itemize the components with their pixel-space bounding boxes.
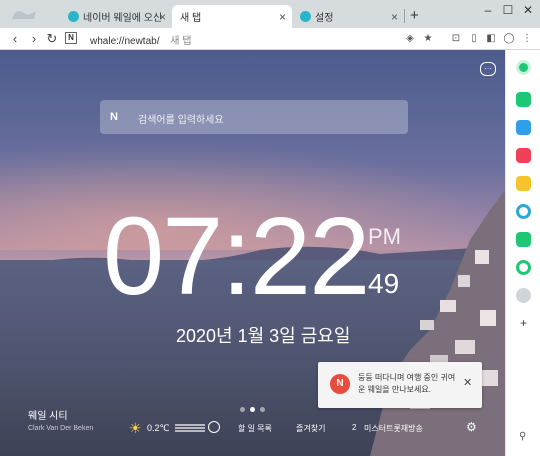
search-box[interactable]: N 검색어를 입력하세요: [100, 100, 408, 134]
green-bell-icon[interactable]: [516, 92, 531, 107]
add-sidebar-app-icon[interactable]: +: [520, 316, 527, 330]
address-bar: ‹ › ↻ N whale://newtab/ 새 탭 ◈ ★ ⊡ ▯ ◧ ◯ …: [0, 28, 540, 50]
trending-rank: 2: [352, 423, 357, 432]
photo-credit[interactable]: Clark Van Der Beken: [28, 425, 93, 432]
background-location[interactable]: 웨일 시티: [28, 407, 68, 422]
target-icon[interactable]: [516, 260, 531, 275]
close-tab-icon[interactable]: ×: [159, 10, 166, 24]
clock-hours: 07: [103, 195, 223, 318]
close-tab-icon[interactable]: ×: [391, 10, 398, 24]
tab-separator: [404, 9, 405, 23]
whale-space-icon[interactable]: [516, 60, 531, 75]
calendar-icon[interactable]: [516, 120, 531, 135]
air-quality-icon[interactable]: [208, 421, 220, 433]
sidebar-toggle-icon[interactable]: ◧: [485, 33, 497, 45]
whale-favicon-icon: [68, 11, 79, 22]
pager-dot[interactable]: [260, 407, 265, 412]
tab-newtab[interactable]: 새 탭 ×: [172, 5, 292, 28]
favorites-link[interactable]: 즐겨찾기: [296, 423, 325, 434]
tab-title: 네이버 웨일에 오신 것을 환: [83, 13, 163, 24]
maximize-icon[interactable]: ☐: [498, 3, 518, 17]
shield-icon[interactable]: ◈: [404, 33, 416, 45]
pager-dot[interactable]: [250, 407, 255, 412]
naver-home-icon[interactable]: N: [65, 32, 77, 44]
gear-icon[interactable]: ⚙: [466, 420, 477, 434]
reload-icon[interactable]: ↻: [45, 31, 59, 47]
clock-ampm: PM: [368, 224, 401, 249]
tab-title: 새 탭: [180, 13, 202, 24]
url-page-title: 새 탭: [170, 36, 192, 47]
reader-icon[interactable]: ▯: [468, 33, 480, 45]
back-icon[interactable]: ‹: [8, 31, 22, 47]
clock-minutes: 22: [249, 195, 370, 318]
weather-temperature[interactable]: 0.2℃: [147, 423, 170, 434]
clock-seconds: 49: [368, 268, 400, 299]
chat-icon[interactable]: …: [480, 62, 496, 76]
search-placeholder: 검색어를 입력하세요: [138, 115, 224, 126]
minimize-icon[interactable]: –: [478, 3, 498, 17]
clock-date: 2020년 1월 3일 금요일: [176, 326, 351, 346]
naver-badge-icon: N: [330, 374, 350, 394]
background-pager: [240, 407, 265, 412]
pin-icon[interactable]: ⚲: [519, 431, 526, 442]
tab-title: 설정: [315, 13, 334, 24]
naver-line-icon[interactable]: [516, 232, 531, 247]
close-window-icon[interactable]: ✕: [518, 3, 538, 17]
menu-icon[interactable]: ⋮: [521, 33, 533, 45]
url-text: whale://newtab/: [90, 36, 160, 47]
tab-strip: 네이버 웨일에 오신 것을 환 × 새 탭 × 설정 × + – ☐ ✕: [0, 0, 540, 28]
close-notification-icon[interactable]: ✕: [463, 376, 472, 389]
papago-icon[interactable]: [516, 288, 531, 303]
new-tab-button[interactable]: +: [410, 7, 419, 24]
url-field[interactable]: whale://newtab/ 새 탭: [90, 32, 191, 47]
star-icon[interactable]: [516, 176, 531, 191]
bookmark-star-icon[interactable]: ★: [422, 33, 434, 45]
sun-icon: ☀: [129, 420, 142, 436]
tab-settings[interactable]: 설정 ×: [292, 5, 404, 28]
whale-logo-icon: [12, 11, 36, 19]
sidebar: + ⚲: [505, 50, 540, 456]
clock-colon: :: [221, 195, 252, 318]
notification-popup[interactable]: N 둥둥 떠다니며 여행 중인 귀여운 웨일을 만나보세요. ✕: [318, 362, 482, 408]
screenshot-icon[interactable]: ⊡: [450, 33, 462, 45]
new-tab-page: … N 검색어를 입력하세요 07:22 PM 49 2020년 1월 3일 금…: [0, 50, 505, 456]
naver-logo-icon: N: [110, 111, 118, 123]
tab-welcome[interactable]: 네이버 웨일에 오신 것을 환 ×: [60, 5, 172, 28]
forward-icon[interactable]: ›: [27, 31, 41, 47]
pocket-icon[interactable]: [516, 148, 531, 163]
whale-favicon-icon: [300, 11, 311, 22]
notification-message: 둥둥 떠다니며 여행 중인 귀여운 웨일을 만나보세요.: [358, 373, 456, 394]
profile-icon[interactable]: ◯: [503, 33, 515, 45]
fine-dust-icon: [175, 424, 205, 432]
todo-list-link[interactable]: 할 일 목록: [238, 423, 272, 434]
close-tab-icon[interactable]: ×: [279, 10, 286, 24]
edge-icon[interactable]: [516, 204, 531, 219]
clock-time: 07:22: [103, 202, 370, 312]
pager-dot[interactable]: [240, 407, 245, 412]
trending-keyword[interactable]: 미스터트롯재방송: [364, 423, 423, 434]
